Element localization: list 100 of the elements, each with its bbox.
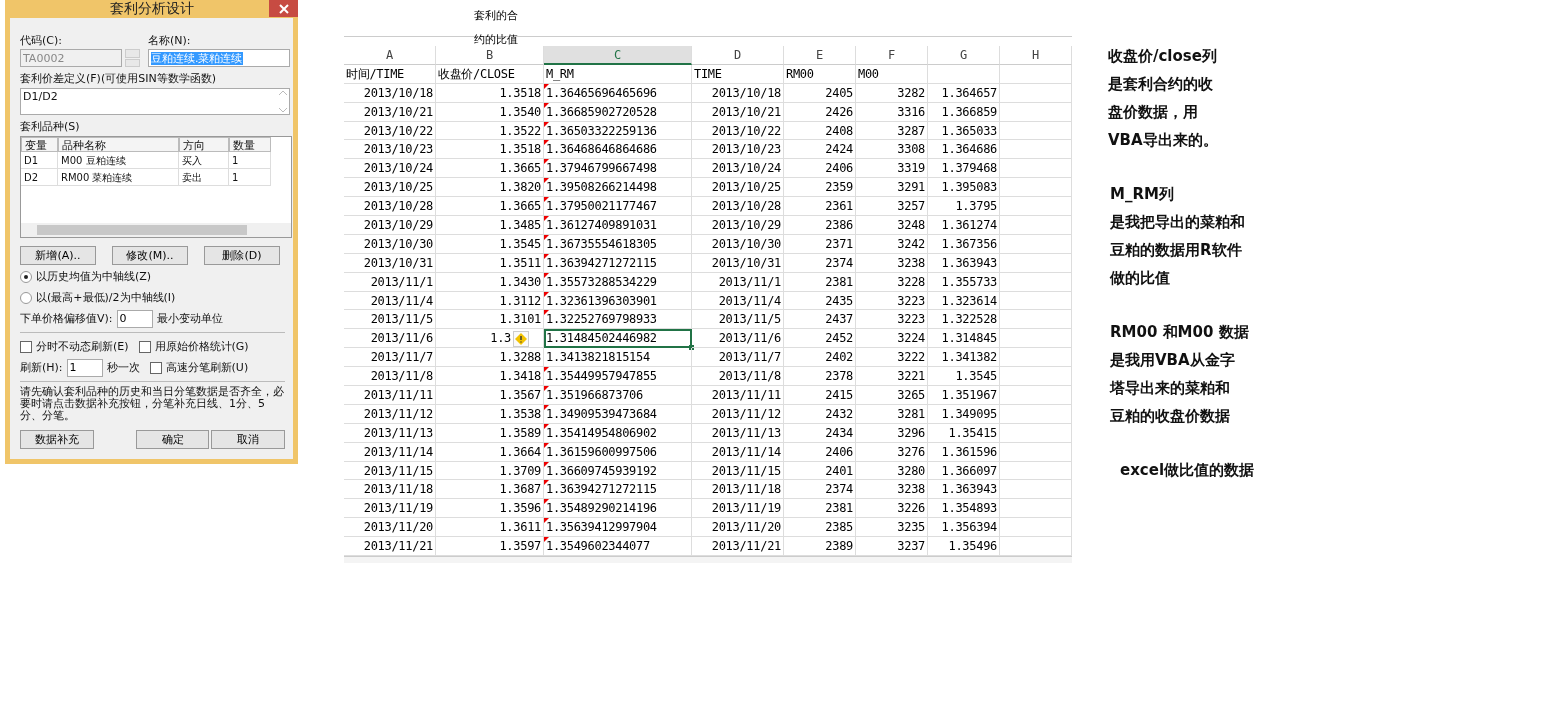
table-cell: 3296 bbox=[856, 423, 928, 443]
column-letter[interactable]: C bbox=[544, 46, 692, 65]
table-cell: 2013/11/13 bbox=[692, 423, 784, 443]
varieties-label: 套利品种(S) bbox=[20, 119, 81, 134]
table-cell: 1.363943 bbox=[928, 480, 1000, 500]
table-cell: 3224 bbox=[856, 329, 928, 349]
table-cell: 3228 bbox=[856, 272, 928, 292]
checkbox[interactable] bbox=[149, 361, 162, 374]
dialog-button[interactable]: 取消 bbox=[211, 430, 285, 449]
column-letter[interactable]: A bbox=[344, 46, 436, 65]
table-cell: 1.36468646864686 bbox=[544, 140, 692, 160]
table-cell: 2013/10/25 bbox=[344, 178, 436, 198]
table-cell: 2381 bbox=[784, 499, 856, 519]
error-flag-icon bbox=[544, 386, 549, 392]
table-cell: 2361 bbox=[784, 197, 856, 216]
error-flag-icon bbox=[544, 159, 549, 165]
table-cell bbox=[1000, 404, 1072, 424]
annotation-text: 收盘价/close列 是套利合约的收 盘价数据，用 VBA导出来的。 bbox=[1108, 46, 1219, 151]
table-cell: 2013/11/20 bbox=[344, 518, 436, 538]
offset-field[interactable]: 0 bbox=[116, 309, 153, 328]
table-cell: 1.35449957947855 bbox=[544, 367, 692, 387]
horizontal-scrollbar[interactable] bbox=[21, 223, 291, 237]
table-cell: 1.36159600997506 bbox=[544, 442, 692, 462]
table-cell: 1.3540 bbox=[436, 102, 544, 122]
column-letter[interactable]: D bbox=[692, 46, 784, 65]
table-cell: 1.3596 bbox=[436, 499, 544, 519]
column-letter[interactable]: F bbox=[856, 46, 928, 65]
offset-label: 下单价格偏移值V): bbox=[20, 311, 113, 326]
column-header[interactable]: 数量 bbox=[229, 137, 271, 152]
table-cell: M00 bbox=[856, 64, 928, 84]
table-cell: 2013/11/13 bbox=[344, 423, 436, 443]
table-cell bbox=[1000, 159, 1072, 179]
dialog-button[interactable]: 删除(D) bbox=[204, 246, 280, 265]
table-cell: 2013/10/25 bbox=[692, 178, 784, 198]
refresh-field[interactable]: 1 bbox=[66, 358, 103, 377]
table-cell: 1.36685902720528 bbox=[544, 102, 692, 122]
table-cell: 1.35414954806902 bbox=[544, 423, 692, 443]
column-letter[interactable]: H bbox=[1000, 46, 1072, 65]
table-cell bbox=[1000, 386, 1072, 405]
dialog-button[interactable]: 新增(A).. bbox=[20, 246, 96, 265]
table-cell: TIME bbox=[692, 64, 784, 84]
table-cell: 2435 bbox=[784, 291, 856, 311]
radio-button[interactable] bbox=[20, 270, 32, 283]
table-cell bbox=[1000, 216, 1072, 235]
table-cell: 1.379468 bbox=[928, 159, 1000, 179]
table-cell: 1.36394271272115 bbox=[544, 253, 692, 273]
table-cell: 2452 bbox=[784, 329, 856, 349]
table-cell: 2013/11/8 bbox=[692, 367, 784, 387]
table-cell: 1.341382 bbox=[928, 348, 1000, 368]
name-label: 名称(N): bbox=[148, 33, 192, 48]
dialog-button[interactable]: 数据补充 bbox=[20, 430, 94, 449]
table-cell: 2406 bbox=[784, 159, 856, 179]
table-cell: M00 豆粕连续 bbox=[58, 152, 179, 169]
checkbox[interactable] bbox=[138, 340, 151, 353]
warning-icon[interactable] bbox=[513, 330, 529, 347]
table-cell bbox=[1000, 348, 1072, 368]
column-letter[interactable]: G bbox=[928, 46, 1000, 65]
column-header[interactable]: 品种名称 bbox=[58, 137, 179, 152]
table-cell: 1.3288 bbox=[436, 348, 544, 368]
table-cell: 1.36503322259136 bbox=[544, 121, 692, 141]
column-header[interactable]: 方向 bbox=[179, 137, 229, 152]
column-header[interactable]: 变量 bbox=[21, 137, 58, 152]
table-cell: 1.3665 bbox=[436, 197, 544, 216]
table-cell: 2013/10/29 bbox=[344, 216, 436, 235]
error-flag-icon bbox=[544, 442, 549, 448]
table-cell: 1.361274 bbox=[928, 216, 1000, 235]
table-cell: 2406 bbox=[784, 442, 856, 462]
table-cell: 2013/10/24 bbox=[344, 159, 436, 179]
table-cell: 2371 bbox=[784, 234, 856, 254]
table-cell bbox=[1000, 64, 1072, 84]
table-cell: 2013/10/21 bbox=[344, 102, 436, 122]
table-cell: 1.37950021177467 bbox=[544, 197, 692, 216]
table-cell: 2381 bbox=[784, 272, 856, 292]
table-cell: 1.36609745939192 bbox=[544, 461, 692, 481]
table-cell: 1.39508266214498 bbox=[544, 178, 692, 198]
table-cell: 2401 bbox=[784, 461, 856, 481]
table-cell: 1.366097 bbox=[928, 461, 1000, 481]
table-cell: 2426 bbox=[784, 102, 856, 122]
table-cell: 1.35573288534229 bbox=[544, 272, 692, 292]
table-cell: 1.37946799667498 bbox=[544, 159, 692, 179]
table-cell bbox=[1000, 329, 1072, 349]
checkbox[interactable] bbox=[20, 340, 32, 353]
column-letter[interactable]: B bbox=[436, 46, 544, 65]
table-cell: 1.3545 bbox=[436, 234, 544, 254]
table-cell: 2374 bbox=[784, 253, 856, 273]
close-button[interactable] bbox=[269, 0, 298, 17]
table-cell: 1.35415 bbox=[928, 423, 1000, 443]
table-cell: 1.361596 bbox=[928, 442, 1000, 462]
dialog-button[interactable]: 修改(M).. bbox=[112, 246, 188, 265]
table-cell: 1.3567 bbox=[436, 386, 544, 405]
column-letter[interactable]: E bbox=[784, 46, 856, 65]
table-cell: 3282 bbox=[856, 83, 928, 103]
dialog-button[interactable]: 确定 bbox=[135, 430, 210, 449]
radio-button[interactable] bbox=[20, 291, 32, 304]
error-flag-icon bbox=[544, 197, 549, 203]
table-cell: 2013/11/11 bbox=[344, 386, 436, 405]
table-cell: 2434 bbox=[784, 423, 856, 443]
radio-label: 以历史均值为中轴线(Z) bbox=[36, 269, 152, 284]
error-flag-icon bbox=[544, 121, 549, 127]
table-cell: 2013/11/14 bbox=[344, 442, 436, 462]
